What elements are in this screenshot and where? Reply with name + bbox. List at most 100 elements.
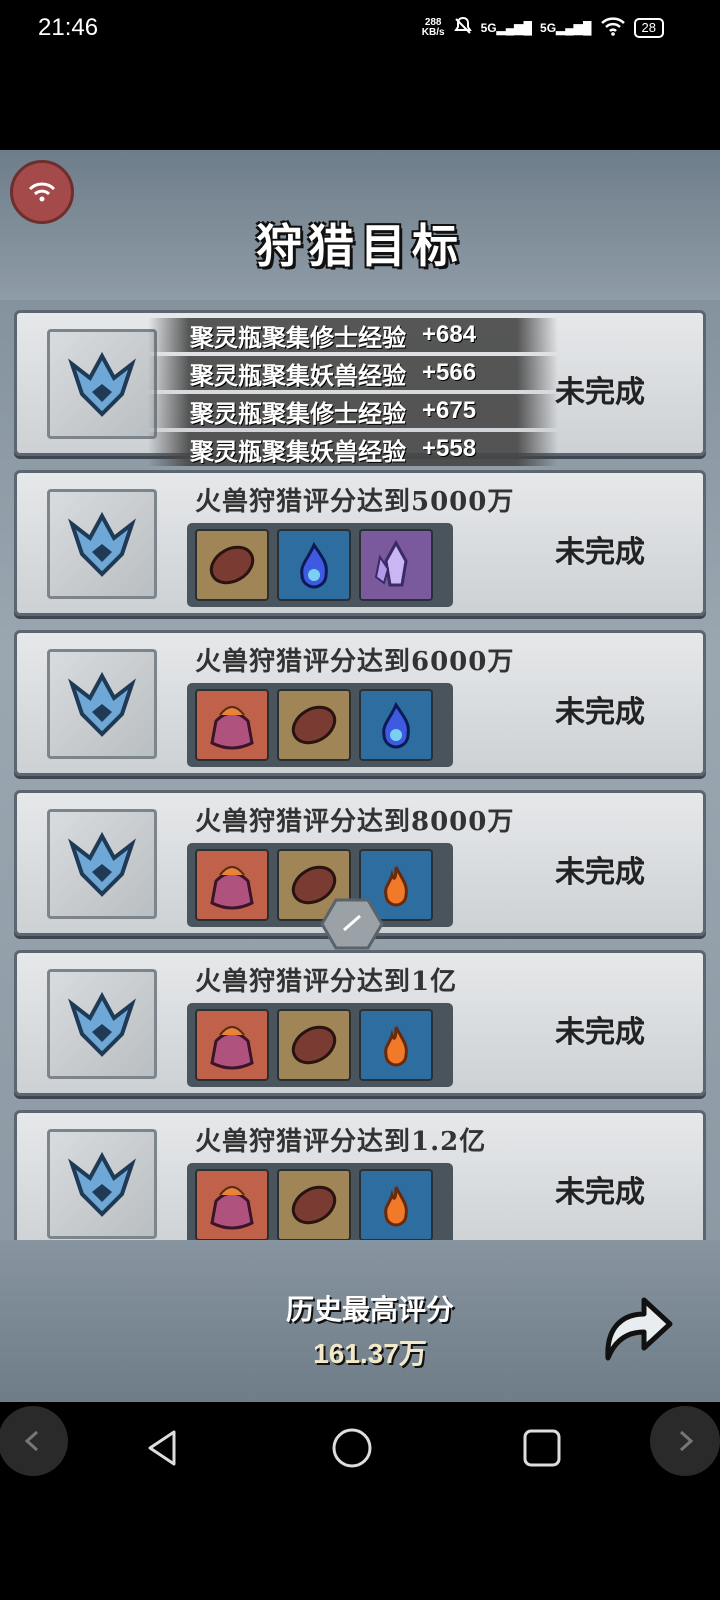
notification-value: +684 xyxy=(422,321,477,348)
notification-text: 聚灵瓶聚集妖兽经验 xyxy=(190,436,406,466)
goal-card[interactable]: 火兽狩猎评分达到1.2亿 未完成 xyxy=(14,1110,706,1256)
home-circle-icon xyxy=(332,1428,372,1468)
notification-value: +675 xyxy=(422,397,477,424)
reward-row xyxy=(187,1163,453,1247)
reward-item[interactable] xyxy=(195,529,269,601)
fire-icon xyxy=(384,1026,408,1067)
reward-item[interactable] xyxy=(195,1169,269,1241)
beast-mask-icon xyxy=(68,671,136,737)
signal-2-icon: 5G▂▄▆█ xyxy=(540,20,592,35)
notification-toast: 聚灵瓶聚集妖兽经验 +558 xyxy=(148,432,558,466)
goal-text: 火兽狩猎评分达到1.2亿 xyxy=(195,1127,487,1157)
sim1-label: 5G xyxy=(480,20,497,35)
reward-item[interactable] xyxy=(359,1009,433,1081)
beast-mask-icon xyxy=(68,1151,136,1217)
status-label: 未完成 xyxy=(555,1015,645,1050)
status-label: 未完成 xyxy=(555,375,645,410)
notification-toast: 聚灵瓶聚集修士经验 +675 xyxy=(148,394,558,428)
reward-item[interactable] xyxy=(277,529,351,601)
reward-item[interactable] xyxy=(359,1169,433,1241)
status-icons: 288 KB/s 5G▂▄▆█ 5G▂▄▆█ 28 xyxy=(422,16,664,39)
home-button[interactable] xyxy=(322,1418,382,1478)
page-title: 狩猎目标 xyxy=(256,219,464,273)
system-nav-bar xyxy=(0,1402,720,1600)
net-speed: 288 KB/s xyxy=(421,16,445,38)
goal-card[interactable]: 火兽狩猎评分达到1亿 未完成 xyxy=(14,950,706,1096)
reward-item[interactable] xyxy=(277,1169,351,1241)
signal-1-icon: 5G▂▄▆█ xyxy=(480,20,533,35)
edge-forward-handle[interactable] xyxy=(650,1406,720,1476)
crystal-icon xyxy=(374,539,408,587)
chevron-left-icon xyxy=(24,1430,39,1452)
blue-flame-icon xyxy=(382,701,410,749)
share-button[interactable] xyxy=(590,1280,680,1370)
reward-item[interactable] xyxy=(359,529,433,601)
reward-item[interactable] xyxy=(195,849,269,921)
goal-card[interactable]: 火兽狩猎评分达到6000万 未完成 xyxy=(14,630,706,776)
scale-icon xyxy=(209,545,255,585)
back-button[interactable] xyxy=(132,1418,192,1478)
beast-emblem xyxy=(47,969,157,1079)
goal-text: 火兽狩猎评分达到6000万 xyxy=(195,647,515,677)
beast-emblem xyxy=(47,1129,157,1239)
notification-text: 聚灵瓶聚集妖兽经验 xyxy=(190,360,406,390)
status-label: 未完成 xyxy=(555,695,645,730)
game-screen: 狩猎目标 未完成 火兽狩猎评分达到5000万 未完成 火兽狩猎评分达到6000万… xyxy=(0,150,720,1402)
chevron-right-icon xyxy=(679,1430,694,1452)
status-label: 未完成 xyxy=(555,1175,645,1210)
battery-icon: 28 xyxy=(633,17,664,38)
wifi-status-icon xyxy=(600,16,626,39)
reward-row xyxy=(187,523,453,607)
goal-card[interactable]: 火兽狩猎评分达到5000万 未完成 xyxy=(14,470,706,616)
notification-value: +566 xyxy=(422,359,477,386)
blue-flame-icon xyxy=(300,541,328,589)
reward-row xyxy=(187,683,453,767)
goal-text: 火兽狩猎评分达到5000万 xyxy=(195,487,515,517)
header: 狩猎目标 xyxy=(0,150,720,300)
beast-mask-icon xyxy=(68,991,136,1057)
beast-emblem xyxy=(47,329,157,439)
notification-toast: 聚灵瓶聚集妖兽经验 +566 xyxy=(148,356,558,390)
floating-token-icon[interactable] xyxy=(320,896,384,952)
share-arrow-icon xyxy=(605,1297,673,1361)
reward-item[interactable] xyxy=(195,1009,269,1081)
edge-back-handle[interactable] xyxy=(0,1406,68,1476)
sim2-label: 5G xyxy=(540,20,557,35)
bag-icon xyxy=(210,1186,254,1230)
fire-icon xyxy=(384,1186,408,1227)
status-bar: 21:46 288 KB/s 5G▂▄▆█ 5G▂▄▆█ 28 xyxy=(0,0,720,60)
reward-item[interactable] xyxy=(277,1009,351,1081)
footer: 历史最高评分 161.37万 xyxy=(0,1240,720,1402)
scale-icon xyxy=(291,1025,337,1065)
recents-square-icon xyxy=(523,1429,561,1467)
beast-emblem xyxy=(47,809,157,919)
status-label: 未完成 xyxy=(555,855,645,890)
clock: 21:46 xyxy=(38,14,99,41)
net-speed-unit: KB/s xyxy=(421,26,445,38)
reward-row xyxy=(187,1003,453,1087)
reward-item[interactable] xyxy=(359,689,433,761)
beast-mask-icon xyxy=(68,831,136,897)
bag-icon xyxy=(210,1026,254,1070)
bag-icon xyxy=(210,706,254,750)
notification-toast: 聚灵瓶聚集修士经验 +684 xyxy=(148,318,558,352)
scale-icon xyxy=(291,705,337,745)
goal-text: 火兽狩猎评分达到1亿 xyxy=(195,967,458,997)
reward-item[interactable] xyxy=(277,689,351,761)
notification-value: +558 xyxy=(422,435,477,462)
beast-emblem xyxy=(47,489,157,599)
notification-text: 聚灵瓶聚集修士经验 xyxy=(190,398,406,428)
beast-mask-icon xyxy=(68,351,136,417)
back-triangle-icon xyxy=(148,1430,176,1466)
mute-bell-icon xyxy=(453,16,473,39)
goal-text: 火兽狩猎评分达到8000万 xyxy=(195,807,515,837)
status-label: 未完成 xyxy=(555,535,645,570)
reward-item[interactable] xyxy=(195,689,269,761)
beast-mask-icon xyxy=(68,511,136,577)
bag-icon xyxy=(210,866,254,910)
notification-text: 聚灵瓶聚集修士经验 xyxy=(190,322,406,352)
net-speed-value: 288 xyxy=(424,16,442,28)
beast-emblem xyxy=(47,649,157,759)
recents-button[interactable] xyxy=(512,1418,572,1478)
scale-icon xyxy=(291,1185,337,1225)
